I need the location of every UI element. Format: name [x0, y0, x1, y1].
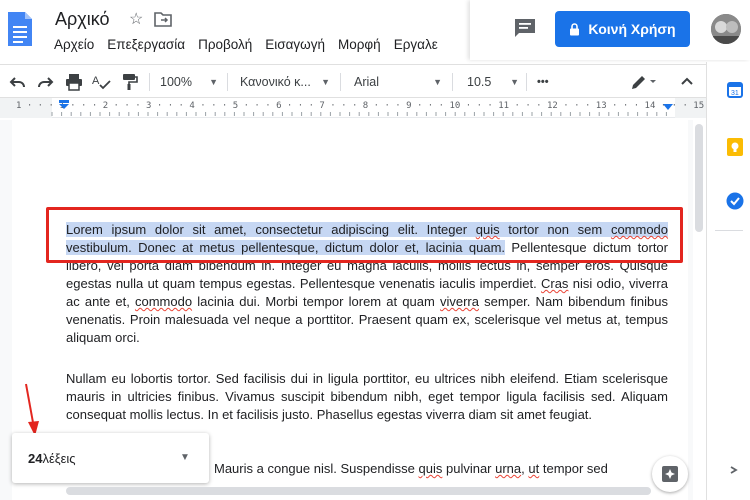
font-size-select[interactable]: 10.5 ▼ [467, 71, 519, 93]
menu-tools[interactable]: Εργαλε [394, 37, 438, 55]
lock-icon [570, 22, 580, 35]
paragraph-style-select[interactable]: Κανονικό κ... ▼ [240, 71, 330, 93]
chevron-right-icon[interactable] [729, 466, 741, 474]
font-size-value: 10.5 [467, 75, 492, 89]
redo-icon[interactable] [36, 74, 54, 90]
ruler-numbers: 1 · · · 1 · · · 2 · · · 3 · · · 4 · · · … [16, 101, 750, 111]
zoom-select[interactable]: 100% ▼ [160, 71, 218, 93]
print-icon[interactable] [65, 73, 83, 91]
word-count-label: λέξεις [42, 450, 76, 466]
font-family-value: Arial [354, 75, 380, 89]
vertical-scroll-thumb[interactable] [695, 124, 703, 232]
spellcheck-icon[interactable]: A [92, 73, 112, 91]
chevron-down-icon: ▼ [510, 77, 519, 87]
paragraph-style-value: Κανονικό κ... [240, 75, 311, 89]
chevron-down-icon: ▼ [433, 77, 442, 87]
keep-icon[interactable] [727, 138, 743, 156]
move-folder-icon[interactable] [154, 11, 172, 27]
more-options-button[interactable]: ••• [537, 71, 549, 93]
document-title[interactable]: Αρχικό [55, 9, 109, 30]
svg-text:31: 31 [731, 90, 739, 97]
menu-insert[interactable]: Εισαγωγή [265, 37, 325, 55]
comments-icon[interactable] [513, 17, 537, 39]
menu-format[interactable]: Μορφή [338, 37, 381, 55]
annotation-arrow-icon [25, 383, 39, 436]
chevron-down-icon: ▼ [321, 77, 330, 87]
font-family-select[interactable]: Arial ▼ [354, 71, 442, 93]
zoom-value: 100% [160, 75, 192, 89]
menu-bar: Αρχείο Επεξεργασία Προβολή Εισαγωγή Μορφ… [54, 37, 469, 55]
right-indent-marker-icon[interactable] [662, 103, 674, 111]
menu-file[interactable]: Αρχείο [54, 37, 94, 55]
svg-text:A: A [92, 75, 100, 87]
header: Αρχικό ☆ Αρχείο Επεξεργασία Προβολή Εισα… [0, 0, 750, 62]
undo-icon[interactable] [9, 74, 27, 90]
ruler: 1 · · · 1 · · · 2 · · · 3 · · · 4 · · · … [0, 98, 750, 118]
paint-format-icon[interactable] [121, 73, 139, 91]
side-panel-divider [715, 230, 743, 231]
star-icon[interactable]: ☆ [129, 9, 143, 29]
avatar[interactable] [711, 14, 741, 44]
collapse-chevron-icon[interactable] [680, 75, 694, 87]
indent-marker-icon[interactable] [58, 100, 70, 110]
paragraph-2[interactable]: Nullam eu lobortis tortor. Sed facilisis… [66, 370, 668, 424]
chevron-down-icon[interactable]: ▼ [180, 452, 190, 463]
docs-logo-icon[interactable] [6, 10, 34, 48]
menu-view[interactable]: Προβολή [198, 37, 252, 55]
word-count-number: 24 [28, 450, 43, 466]
side-panel: 31 [706, 62, 750, 500]
calendar-icon[interactable]: 31 [727, 82, 743, 98]
edit-mode-pencil-icon[interactable] [630, 73, 656, 91]
tasks-icon[interactable] [726, 192, 744, 210]
menu-edit[interactable]: Επεξεργασία [107, 37, 185, 55]
explore-button[interactable] [652, 456, 688, 492]
share-button[interactable]: Κοινή Χρήση [555, 11, 690, 47]
explore-icon [662, 466, 678, 482]
selection-highlight-annotation [46, 207, 683, 263]
horizontal-scrollbar[interactable] [66, 487, 651, 495]
chevron-down-icon: ▼ [209, 77, 218, 87]
formatting-toolbar: A 100% ▼ Κανονικό κ... ▼ Arial ▼ 10.5 ▼ … [0, 64, 706, 98]
share-label: Κοινή Χρήση [588, 21, 676, 37]
